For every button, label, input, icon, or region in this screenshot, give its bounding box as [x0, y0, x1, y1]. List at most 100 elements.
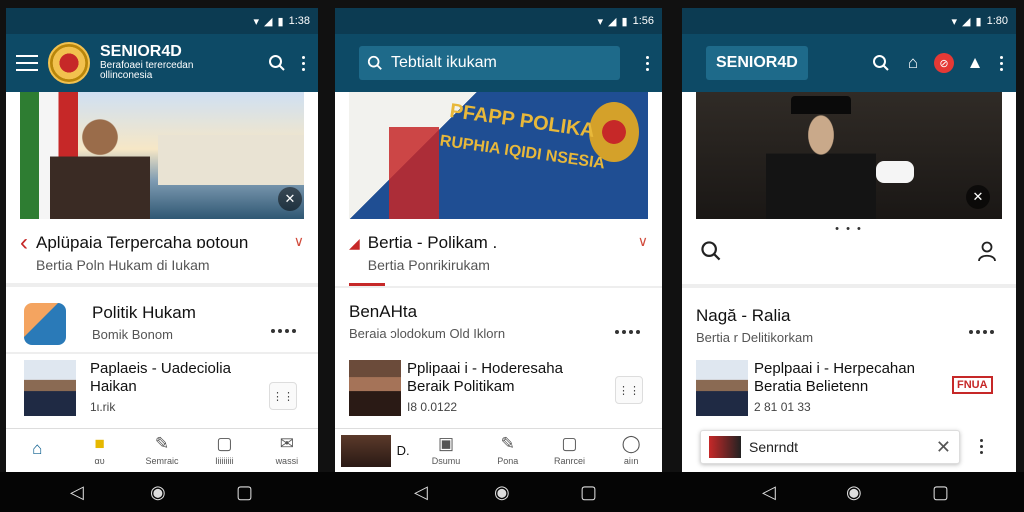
nav-mini-card[interactable]: D.	[335, 429, 415, 472]
bottom-nav: ⌂ ■ αυ ✎ Semraic ▢ Iiiiiiiii ✉ wassi	[6, 428, 318, 472]
chevron-down-icon[interactable]: ∨	[638, 233, 648, 250]
nav-label: wassi	[275, 456, 299, 466]
article-title[interactable]: Peplpaai i - Herpecahan Beratia Belieten…	[754, 360, 915, 396]
home-icon[interactable]: ⌂	[902, 52, 924, 74]
article-thumbnail[interactable]	[349, 360, 401, 416]
nav-profile[interactable]: ◯ aiın	[600, 429, 662, 472]
article-title-line-2: Beraik Politikam	[407, 378, 515, 395]
headline-title: Bertia - Polikam .	[367, 233, 498, 252]
wifi-icon: ▾	[951, 15, 958, 28]
back-icon[interactable]: ◁	[762, 482, 776, 502]
bag-icon: ■	[94, 434, 105, 453]
more-horiz-icon[interactable]	[615, 330, 640, 334]
nav-square[interactable]: ▢ Iiiiiiiii	[193, 429, 255, 472]
edit-icon: ✎	[500, 434, 515, 453]
section-subtitle: Beraia ɔlodokum Old Iklorn	[349, 326, 506, 341]
action-button[interactable]: ⋮⋮	[615, 376, 643, 404]
article-title-line-2: Beratia Belietenn	[754, 378, 869, 395]
chevron-down-icon[interactable]: ∨	[294, 233, 304, 250]
article-meta: 2 81 01 33	[754, 400, 811, 414]
wifi-icon: ▾	[597, 15, 604, 28]
article-thumbnail[interactable]	[24, 360, 76, 416]
back-icon[interactable]: ◁	[70, 482, 84, 502]
mini-card-text: D.	[396, 443, 410, 458]
article-title[interactable]: Paplaeis - Uadeciolia Haikan	[90, 360, 231, 396]
share-icon[interactable]: ✕	[278, 187, 302, 211]
headline-subtitle: Bertia Poln Hukam di Iukam	[36, 257, 210, 273]
user-icon[interactable]	[976, 240, 998, 262]
app-bar: SENIOR4D ⌂ ⊘ ▲	[682, 34, 1016, 92]
nav-square[interactable]: ▢ Ranrcei	[539, 429, 601, 472]
block-icon[interactable]: ⊘	[934, 53, 954, 73]
article-meta: 1ι.rik	[90, 400, 116, 414]
article-title[interactable]: Pplipaai i - Hoderesaha Beraik Politikam	[407, 360, 563, 396]
status-bar: ▾ ◢ ▮ 1:56	[335, 8, 662, 34]
bookmark-icon: ◢	[349, 235, 360, 251]
hero-image: ✕	[696, 92, 1002, 219]
close-icon[interactable]: ✕	[936, 437, 951, 458]
search-icon[interactable]	[870, 52, 892, 74]
divider	[6, 352, 318, 354]
search-icon[interactable]	[266, 52, 288, 74]
home-circle-icon[interactable]: ◉	[846, 482, 862, 502]
hero-image: PFAPP POLIKA RUPHIA IQIDI NSESIA	[349, 92, 648, 219]
home-circle-icon[interactable]: ◉	[494, 482, 510, 502]
divider	[6, 283, 318, 287]
search-icon	[367, 55, 382, 70]
divider	[682, 284, 1016, 288]
battery-icon: ▮	[621, 15, 628, 28]
search-field[interactable]: Tebtialt ikukam	[359, 46, 620, 80]
app-bar: Tebtialt ikukam	[335, 34, 662, 92]
app-bar: SENIOR4D Berafoaei terercedan ollincones…	[6, 34, 318, 92]
status-time: 1:56	[632, 15, 654, 27]
recents-square-icon[interactable]: ▢	[236, 482, 253, 502]
more-vert-icon[interactable]	[976, 439, 986, 454]
bottom-nav: D. ▣ Dsumu ✎ Pona ▢ Ranrcei ◯ aiın	[335, 428, 662, 472]
status-bar: ▾ ◢ ▮ 1:80	[682, 8, 1016, 34]
headline-block[interactable]: ‹ Aplüpaia Terpercaha ɒotoun Bertia Poln…	[20, 231, 304, 274]
nav-label: aiın	[623, 456, 639, 466]
section-header[interactable]: Nagă - Ralia Bertia r Delitikorkam	[696, 306, 1002, 345]
more-horiz-icon[interactable]	[969, 330, 994, 334]
nav-message[interactable]: ✉ wassi	[256, 429, 318, 472]
more-vert-icon[interactable]	[996, 55, 1006, 71]
home-circle-icon[interactable]: ◉	[150, 482, 166, 502]
nav-label: Dsumu	[431, 456, 461, 466]
action-button[interactable]: ⋮⋮	[269, 382, 297, 410]
screen-2: ▾ ◢ ▮ 1:56 Tebtialt ikukam PFAPP POLIKA …	[335, 8, 662, 472]
bell-icon[interactable]: ▲	[964, 52, 986, 74]
more-vert-icon[interactable]	[642, 55, 652, 71]
save-icon: ▣	[438, 434, 455, 453]
section-title: Nagă - Ralia	[696, 306, 791, 325]
screen-3: ▾ ◢ ▮ 1:80 SENIOR4D ⌂ ⊘ ▲ ✕ • • • Nagă -…	[682, 8, 1016, 472]
share-icon[interactable]: ✕	[966, 185, 990, 209]
article-title-line-2: Haikan	[90, 378, 137, 395]
nav-bag[interactable]: ■ αυ	[68, 429, 130, 472]
more-horiz-icon[interactable]	[271, 329, 296, 333]
snackbar[interactable]: Senrndt ✕	[700, 430, 960, 464]
nav-edit[interactable]: ✎ Semraic	[131, 429, 193, 472]
section-title: Politik Hukam	[92, 303, 196, 322]
recents-square-icon[interactable]: ▢	[932, 482, 949, 502]
nav-label: Pona	[497, 456, 519, 466]
headline-block[interactable]: ◢ Bertia - Polikam . Bertia Ponrikirukam…	[349, 233, 648, 273]
article-title-line-1: Peplpaai i - Herpecahan	[754, 360, 915, 377]
search-text: Tebtialt ikukam	[391, 54, 497, 71]
section-header[interactable]: BenAHta Beraia ɔlodokum Old Iklorn	[349, 302, 648, 341]
chevron-left-icon[interactable]: ‹	[20, 231, 28, 273]
nav-home[interactable]: ⌂	[6, 429, 68, 472]
back-icon[interactable]: ◁	[414, 482, 428, 502]
brand-subtitle-2: ollinconesia	[100, 70, 153, 82]
mini-thumbnail	[340, 434, 391, 467]
category-icon	[24, 303, 66, 345]
brand-box[interactable]: SENIOR4D	[706, 46, 808, 80]
section-title: BenAHta	[349, 302, 418, 321]
nav-edit[interactable]: ✎ Pona	[477, 429, 539, 472]
recents-square-icon[interactable]: ▢	[580, 482, 597, 502]
nav-save[interactable]: ▣ Dsumu	[415, 429, 477, 472]
article-thumbnail[interactable]	[696, 360, 748, 416]
search-icon[interactable]	[700, 240, 722, 262]
battery-icon: ▮	[277, 15, 284, 28]
menu-icon[interactable]	[16, 55, 38, 71]
more-vert-icon[interactable]	[298, 55, 308, 71]
